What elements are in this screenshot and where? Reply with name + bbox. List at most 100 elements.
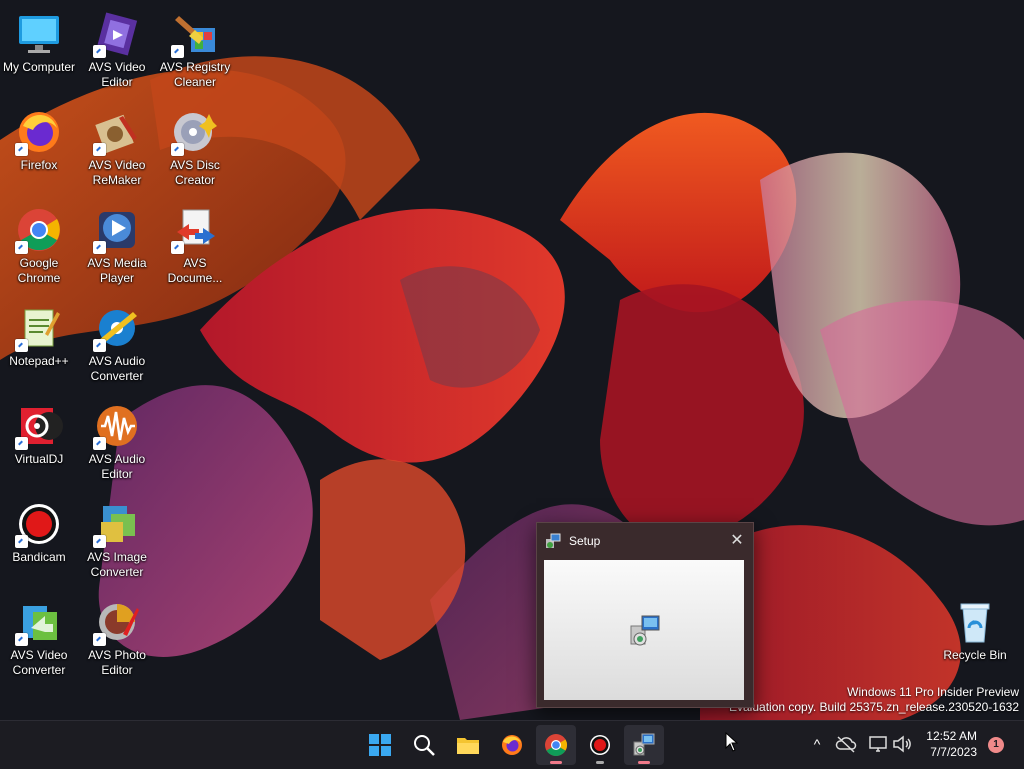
desktop-icon-google-chrome[interactable]: Google Chrome [0, 202, 78, 294]
desktop-icon-avs-video-remaker[interactable]: AVS Video ReMaker [78, 104, 156, 196]
search-button[interactable] [404, 725, 444, 765]
notification-badge[interactable]: 1 [988, 737, 1004, 753]
watermark-line-1: Windows 11 Pro Insider Preview [847, 685, 1019, 699]
desktop-icon-avs-registry-cleaner[interactable]: AVS Registry Cleaner [156, 6, 234, 98]
photo-editor-icon [93, 598, 141, 646]
icon-label: Notepad++ [9, 354, 69, 368]
audio-converter-icon [93, 304, 141, 352]
record-icon [590, 735, 610, 755]
virtualdj-icon [15, 402, 63, 450]
icon-label: VirtualDJ [14, 452, 64, 466]
taskbar-firefox[interactable] [492, 725, 532, 765]
watermark-line-2: Evaluation copy. Build 25375.zn_release.… [729, 700, 1019, 714]
windows-logo-icon [369, 734, 391, 756]
firefox-icon [15, 108, 63, 156]
icon-label: Google Chrome [17, 256, 61, 285]
desktop-icon-avs-disc-creator[interactable]: AVS Disc Creator [156, 104, 234, 196]
icon-label: AVS Disc Creator [170, 158, 220, 187]
taskbar-bandicam[interactable] [580, 725, 620, 765]
shortcut-arrow-icon [93, 437, 106, 450]
desktop-icon-recycle-bin[interactable]: Recycle Bin [936, 594, 1014, 686]
shortcut-arrow-icon [93, 339, 106, 352]
setup-window[interactable]: Setup ✕ [536, 522, 754, 708]
icon-label: Recycle Bin [943, 648, 1007, 662]
system-clock[interactable]: 12:52 AM 7/7/2023 [926, 728, 977, 760]
video-remaker-icon [93, 108, 141, 156]
tray-overflow-button[interactable]: ^ [806, 733, 828, 755]
windows-watermark: Windows 11 Pro Insider Preview Evaluatio… [729, 685, 1019, 715]
shortcut-arrow-icon [15, 143, 28, 156]
taskbar-google-chrome[interactable] [536, 725, 576, 765]
desktop-icon-virtualdj[interactable]: VirtualDJ [0, 398, 78, 490]
shortcut-arrow-icon [93, 535, 106, 548]
icon-label: My Computer [2, 60, 76, 74]
setup-titlebar[interactable]: Setup ✕ [537, 523, 753, 559]
shortcut-arrow-icon [15, 535, 28, 548]
desktop-icon-avs-media-player[interactable]: AVS Media Player [78, 202, 156, 294]
icon-label: AVS Photo Editor [88, 648, 146, 677]
installer-icon [546, 533, 561, 548]
taskbar-setup[interactable] [624, 725, 664, 765]
shortcut-arrow-icon [15, 633, 28, 646]
shortcut-arrow-icon [171, 45, 184, 58]
search-icon [414, 735, 435, 756]
icon-label: AVS Video ReMaker [88, 158, 146, 187]
taskbar: ^ 12:52 AM 7/7/2023 1 [0, 720, 1024, 769]
icon-label: AVS Video Converter [10, 648, 68, 677]
desktop-icon-avs-audio-editor[interactable]: AVS Audio Editor [78, 398, 156, 490]
icon-label: AVS Audio Editor [88, 452, 146, 481]
disc-icon [171, 108, 219, 156]
notepad-plus-plus-icon [15, 304, 63, 352]
clock-time: 12:52 AM [926, 729, 977, 743]
shortcut-arrow-icon [171, 143, 184, 156]
desktop-icon-my-computer[interactable]: My Computer [0, 6, 78, 98]
icon-label: AVS Audio Converter [88, 354, 146, 383]
chrome-icon [15, 206, 63, 254]
desktop-icon-avs-document-converter[interactable]: AVS Docume... [156, 202, 234, 294]
start-button[interactable] [360, 725, 400, 765]
desktop-icon-firefox[interactable]: Firefox [0, 104, 78, 196]
desktop-icon-avs-audio-converter[interactable]: AVS Audio Converter [78, 300, 156, 392]
audio-editor-icon [93, 402, 141, 450]
shortcut-arrow-icon [15, 241, 28, 254]
desktop: My Computer Firefox Google Chrome Notepa… [0, 0, 1024, 720]
mouse-cursor-icon [725, 732, 739, 752]
desktop-icon-avs-video-converter[interactable]: AVS Video Converter [0, 594, 78, 686]
running-indicator [638, 761, 650, 764]
network-icon[interactable] [867, 733, 889, 755]
chrome-icon [545, 734, 567, 756]
volume-icon[interactable] [891, 733, 913, 755]
running-indicator [596, 761, 604, 764]
shortcut-arrow-icon [171, 241, 184, 254]
running-indicator [550, 761, 562, 764]
firefox-icon [502, 735, 522, 755]
registry-cleaner-icon [171, 10, 219, 58]
desktop-icon-bandicam[interactable]: Bandicam [0, 496, 78, 588]
desktop-icon-avs-video-editor[interactable]: AVS Video Editor [78, 6, 156, 98]
installer-icon [630, 615, 660, 646]
icon-label: AVS Registry Cleaner [159, 60, 231, 89]
icon-label: AVS Image Converter [87, 550, 147, 579]
icon-label: AVS Video Editor [88, 60, 146, 89]
desktop-icon-avs-photo-editor[interactable]: AVS Photo Editor [78, 594, 156, 686]
cloud-offline-icon[interactable] [835, 733, 857, 755]
desktop-icon-avs-image-converter[interactable]: AVS Image Converter [78, 496, 156, 588]
media-player-icon [93, 206, 141, 254]
recycle-bin-icon [951, 598, 999, 646]
icon-label: AVS Docume... [167, 256, 223, 285]
setup-content [544, 560, 744, 700]
icon-label: Firefox [20, 158, 58, 172]
icon-label: AVS Media Player [87, 256, 147, 285]
document-converter-icon [171, 206, 219, 254]
setup-title: Setup [569, 534, 601, 548]
film-strip-icon [93, 10, 141, 58]
shortcut-arrow-icon [93, 143, 106, 156]
shortcut-arrow-icon [15, 339, 28, 352]
close-button[interactable]: ✕ [727, 531, 747, 551]
taskbar-file-explorer[interactable] [448, 725, 488, 765]
shortcut-arrow-icon [93, 45, 106, 58]
icon-label: Bandicam [12, 550, 66, 564]
desktop-icon-notepad-plus-plus[interactable]: Notepad++ [0, 300, 78, 392]
installer-icon [633, 733, 655, 756]
avs-video-converter-icon [15, 598, 63, 646]
